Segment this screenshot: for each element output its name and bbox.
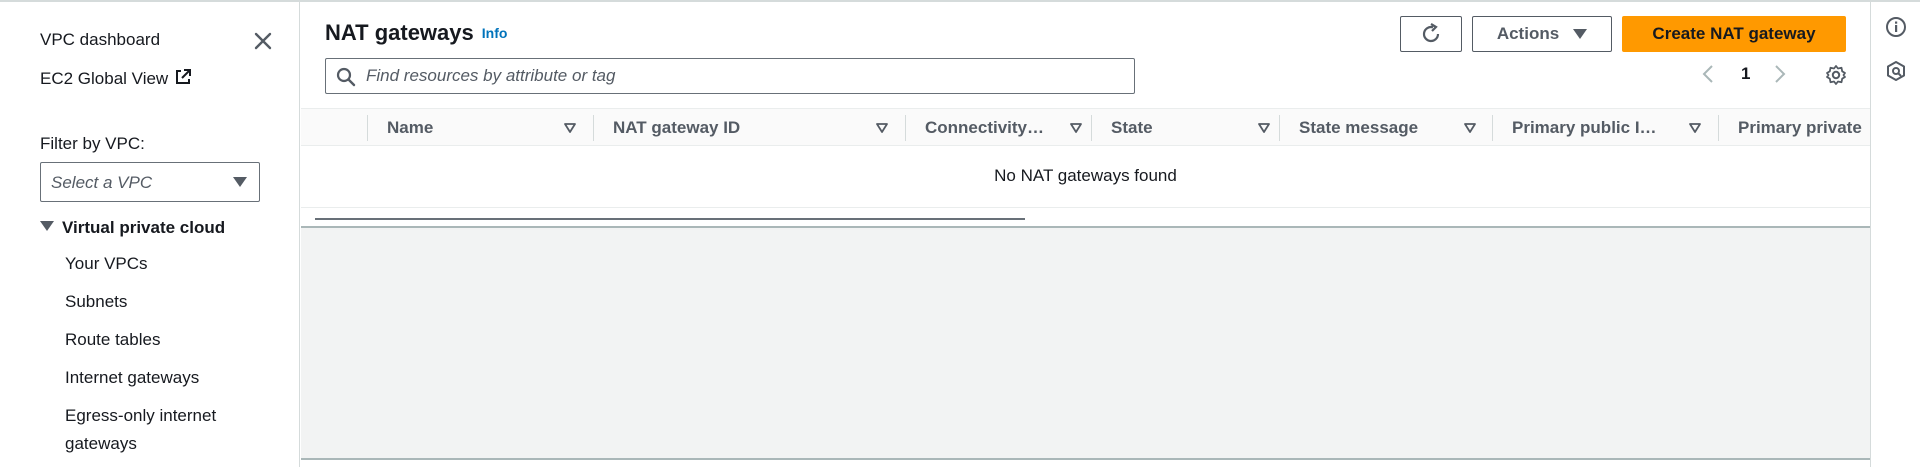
column-divider [1091,115,1092,141]
external-link-icon [174,68,192,91]
sidebar-link-vpc-dashboard[interactable]: VPC dashboard [40,30,160,50]
column-header-label: Primary private [1738,118,1862,137]
sidebar-link-ec2-global-view[interactable]: EC2 Global View [40,68,192,91]
column-divider [593,115,594,141]
sidebar-item-route-tables[interactable]: Route tables [65,326,160,354]
chevron-down-icon [233,177,247,187]
search-field [325,58,1135,94]
column-divider [1492,115,1493,141]
column-header-state-message[interactable]: State message [1299,109,1497,145]
table-header: Name NAT gateway ID Connectivity… State … [301,108,1870,146]
info-circle-icon[interactable] [1885,16,1907,43]
refresh-icon [1422,23,1440,43]
sidebar: VPC dashboard EC2 Global View Filter by … [0,2,300,467]
filter-by-vpc-label: Filter by VPC: [40,134,145,153]
right-tools-rail [1870,2,1920,467]
close-icon[interactable] [252,30,274,52]
actions-button[interactable]: Actions [1472,16,1612,52]
actions-label: Actions [1496,24,1560,43]
hexagon-icon[interactable] [1885,60,1907,87]
column-header-label: State message [1299,118,1419,137]
sort-icon [876,123,888,133]
search-input[interactable] [366,59,1116,93]
vpc-select[interactable]: Select a VPC [40,162,260,202]
column-divider [367,115,368,141]
create-label: Create NAT gateway [1652,24,1816,43]
sort-icon [1070,123,1082,133]
refresh-button[interactable] [1400,16,1462,52]
gear-icon[interactable] [1825,64,1847,91]
sidebar-item-your-vpcs[interactable]: Your VPCs [65,250,148,278]
column-header-label: Connectivity… [925,118,1045,137]
sidebar-item-internet-gateways[interactable]: Internet gateways [65,364,199,392]
section-title: Virtual private cloud [62,218,226,237]
column-divider [905,115,906,141]
column-header-connectivity[interactable]: Connectivity… [925,109,1085,145]
column-header-label: Primary public I… [1512,118,1657,137]
column-header-label: State [1111,118,1153,137]
main-content: NAT gateways Info Actions Create NAT gate… [301,2,1870,467]
column-header-primary-private-ip[interactable]: Primary private [1738,109,1870,145]
previous-page-icon[interactable] [1701,64,1715,89]
next-page-icon[interactable] [1773,64,1787,89]
column-divider [1718,115,1719,141]
sort-icon [564,123,576,133]
vpc-select-placeholder: Select a VPC [51,173,153,192]
current-page-number[interactable]: 1 [1741,64,1750,84]
column-header-nat-gateway-id[interactable]: NAT gateway ID [613,109,895,145]
chevron-down-icon [1573,29,1588,39]
sort-icon [1258,123,1270,133]
empty-state-message: No NAT gateways found [994,166,1177,185]
column-header-label: Name [387,118,434,137]
page-title-text: NAT gateways [325,20,474,45]
details-panel [301,228,1870,458]
sidebar-item-subnets[interactable]: Subnets [65,288,127,316]
search-icon [336,67,356,92]
caret-down-icon [40,221,54,231]
section-virtual-private-cloud[interactable]: Virtual private cloud [40,218,225,238]
column-divider [1279,115,1280,141]
column-header-name[interactable]: Name [387,109,583,145]
panel-bottom-border [301,458,1870,460]
column-header-primary-public-ip[interactable]: Primary public I… [1512,109,1712,145]
column-header-label: NAT gateway ID [613,118,741,137]
sidebar-item-egress-only-internet-gateways[interactable]: Egress-only internet gateways [65,402,245,458]
sort-icon [1464,123,1476,133]
table-empty-row: No NAT gateways found [301,146,1870,208]
page-title: NAT gateways Info [325,20,507,46]
create-nat-gateway-button[interactable]: Create NAT gateway [1622,16,1846,52]
sort-icon [1689,123,1701,133]
sidebar-link-label: EC2 Global View [40,69,169,88]
info-link[interactable]: Info [482,25,508,41]
horizontal-scrollbar[interactable] [315,218,1025,220]
column-header-state[interactable]: State [1111,109,1277,145]
